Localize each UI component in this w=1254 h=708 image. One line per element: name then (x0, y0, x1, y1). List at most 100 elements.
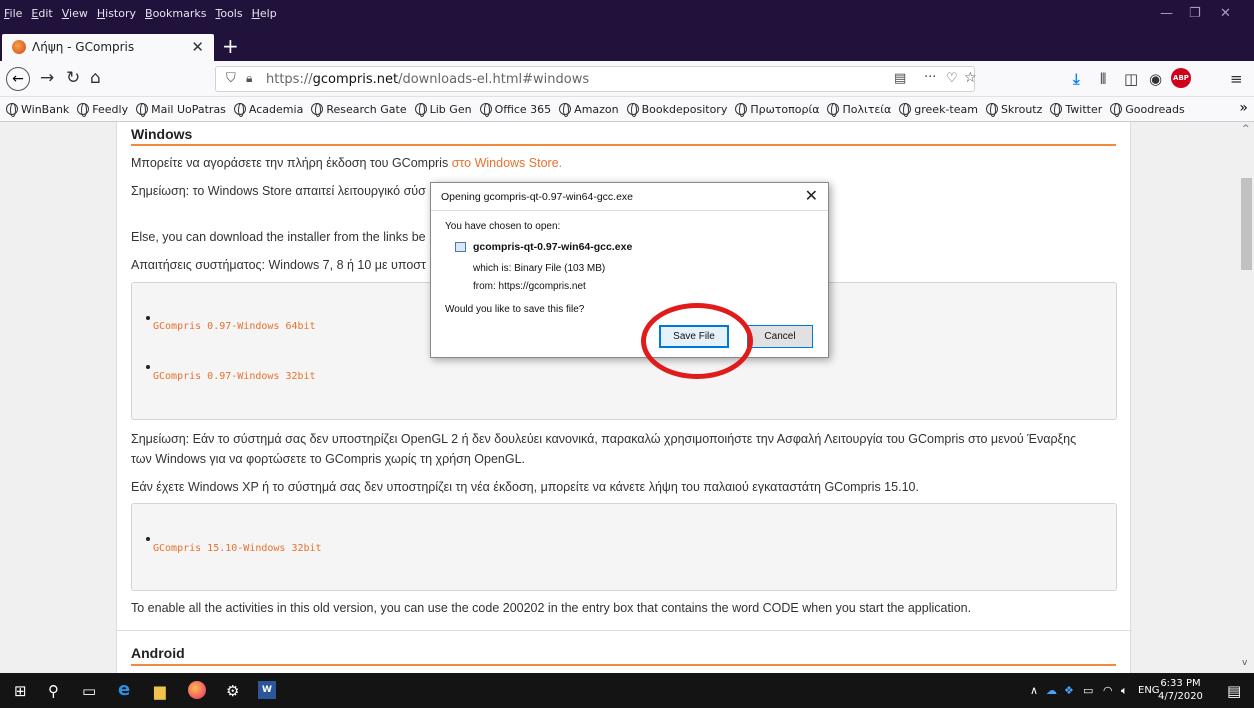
opengl-note-line2: των Windows για να φορτώσετε το GCompris… (131, 452, 526, 466)
scrollbar-thumb[interactable] (1241, 178, 1252, 270)
home-icon[interactable]: ⌂ (90, 68, 101, 88)
scroll-down-icon[interactable]: v (1242, 658, 1247, 668)
bookmark-item[interactable]: Research Gate (311, 103, 407, 117)
bookmark-item[interactable]: Academia (233, 103, 303, 117)
firefox-icon[interactable] (188, 681, 206, 699)
bookmark-item[interactable]: Πολιτεία (827, 103, 891, 117)
file-type: which is: Binary File (103 MB) (473, 263, 606, 274)
bookmark-item[interactable]: Skroutz (985, 103, 1042, 117)
library-icon[interactable]: ⫴ (1100, 70, 1106, 88)
search-icon[interactable]: ⚲ (48, 682, 59, 700)
globe-icon (1050, 103, 1063, 117)
restore-icon[interactable]: ❐ (1189, 6, 1201, 21)
bookmark-item[interactable]: Lib Gen (414, 103, 472, 117)
bookmark-label: Amazon (574, 103, 619, 116)
globe-icon (414, 103, 427, 117)
reader-view-icon[interactable]: ▤ (894, 71, 906, 86)
volume-icon[interactable]: 🔈︎ (1121, 684, 1128, 698)
dialog-divider (431, 210, 828, 211)
tracking-shield-icon[interactable]: ⛉ (226, 71, 236, 86)
reload-icon[interactable]: ↻ (66, 68, 80, 88)
tab-title: Λήψη - GCompris (32, 40, 135, 54)
bookmark-item[interactable]: Bookdepository (626, 103, 727, 117)
bookmark-item[interactable]: Feedly (77, 103, 129, 117)
bullet (146, 365, 150, 369)
back-button[interactable]: ← (6, 67, 30, 91)
vertical-scrollbar[interactable]: ^ v (1239, 122, 1254, 673)
globe-icon (1110, 103, 1123, 117)
bookmark-item[interactable]: greek-team (899, 103, 978, 117)
menu-tools[interactable]: Tools (215, 7, 242, 20)
account-icon[interactable]: ◉ (1149, 70, 1162, 88)
menu-bookmarks[interactable]: Bookmarks (145, 7, 206, 20)
scroll-up-icon[interactable]: ^ (1242, 124, 1250, 134)
menu-file[interactable]: File (4, 7, 22, 20)
bookmark-item[interactable]: Πρωτοπορία (735, 103, 819, 117)
sidebar-icon[interactable]: ◫ (1124, 70, 1138, 88)
menu-view[interactable]: View (62, 7, 88, 20)
pocket-icon[interactable]: ♡ (946, 71, 958, 86)
adblock-plus-icon[interactable]: ABP (1171, 68, 1191, 88)
globe-icon (479, 103, 492, 117)
bookmark-label: Mail UoPatras (151, 103, 226, 116)
cancel-button[interactable]: Cancel (747, 325, 813, 348)
bookmark-label: Office 365 (494, 103, 552, 116)
bookmark-item[interactable]: Goodreads (1110, 103, 1185, 117)
dialog-close-icon[interactable]: ✕ (805, 186, 818, 206)
store-note: Σημείωση: το Windows Store απαιτεί λειτο… (131, 184, 426, 198)
word-icon[interactable]: W (258, 681, 276, 699)
settings-gear-icon[interactable]: ⚙ (226, 682, 239, 700)
task-view-icon[interactable]: ▭ (82, 682, 96, 700)
system-clock[interactable]: 6:33 PM 4/7/2020 (1158, 677, 1203, 703)
globe-icon (626, 103, 639, 117)
globe-icon (899, 103, 912, 117)
chosen-label: You have chosen to open: (445, 221, 561, 232)
menu-help[interactable]: Help (252, 7, 277, 20)
menu-edit[interactable]: Edit (31, 7, 52, 20)
close-window-icon[interactable]: ✕ (1220, 6, 1231, 21)
windows-store-link[interactable]: στο Windows Store. (452, 156, 562, 170)
bookmarks-toolbar: WinBank Feedly Mail UoPatras Academia Resear… (0, 97, 1254, 122)
minimize-icon[interactable]: — (1160, 6, 1173, 21)
onedrive-icon[interactable]: ☁ (1046, 684, 1057, 697)
bookmark-item[interactable]: Office 365 (479, 103, 552, 117)
bookmark-label: Feedly (92, 103, 129, 116)
wifi-icon[interactable]: ◠ (1103, 684, 1113, 697)
language-indicator[interactable]: ENG (1138, 685, 1160, 696)
bookmark-item[interactable]: Amazon (559, 103, 619, 117)
battery-icon[interactable]: ▭ (1083, 684, 1093, 697)
edge-icon[interactable]: e (118, 679, 130, 700)
notifications-icon[interactable]: ▤ (1227, 682, 1241, 700)
windows-start-icon[interactable]: ⊞ (14, 682, 27, 700)
download-32bit-link[interactable]: GCompris 0.97-Windows 32bit (153, 371, 316, 382)
download-64bit-link[interactable]: GCompris 0.97-Windows 64bit (153, 321, 316, 332)
close-tab-icon[interactable]: ✕ (191, 38, 204, 56)
globe-icon (735, 103, 748, 117)
bookmark-star-icon[interactable]: ☆ (964, 70, 977, 86)
bookmarks-overflow-icon[interactable]: » (1239, 100, 1248, 116)
gcompris-favicon-icon (12, 40, 26, 54)
bookmark-item[interactable]: Mail UoPatras (136, 103, 226, 117)
file-explorer-icon[interactable]: ▆ (154, 682, 166, 700)
tab-gcompris[interactable]: Λήψη - GCompris ✕ (2, 34, 214, 61)
show-hidden-icons-icon[interactable]: ∧ (1030, 684, 1038, 697)
windows-taskbar: ⊞ ⚲ ▭ e ▆ ⚙ W ∧ ☁ ❖ ▭ ◠ 🔈︎ ENG 6:33 PM 4/… (0, 673, 1254, 708)
globe-icon (559, 103, 572, 117)
page-actions-icon[interactable]: ··· (924, 70, 936, 85)
section-divider (117, 630, 1132, 631)
hamburger-menu-icon[interactable]: ≡ (1230, 70, 1243, 88)
url-bar[interactable]: ⛉ 🔒︎ https://gcompris.net/downloads-el.h… (215, 66, 977, 92)
dialog-filename: gcompris-qt-0.97-win64-gcc.exe (473, 241, 633, 253)
bookmark-item[interactable]: Twitter (1050, 103, 1102, 117)
bookmark-item[interactable]: WinBank (6, 103, 69, 117)
url-text[interactable]: https://gcompris.net/downloads-el.html#w… (266, 72, 589, 87)
menu-history[interactable]: History (97, 7, 136, 20)
globe-icon (77, 103, 90, 117)
forward-icon[interactable]: → (40, 68, 54, 88)
downloads-icon[interactable]: ⤓ (1073, 70, 1080, 88)
new-tab-icon[interactable]: + (222, 34, 239, 58)
windows-heading: Windows (131, 126, 193, 142)
download-old-link[interactable]: GCompris 15.10-Windows 32bit (153, 543, 322, 554)
lock-icon[interactable]: 🔒︎ (246, 71, 252, 86)
dropbox-icon[interactable]: ❖ (1064, 684, 1074, 697)
